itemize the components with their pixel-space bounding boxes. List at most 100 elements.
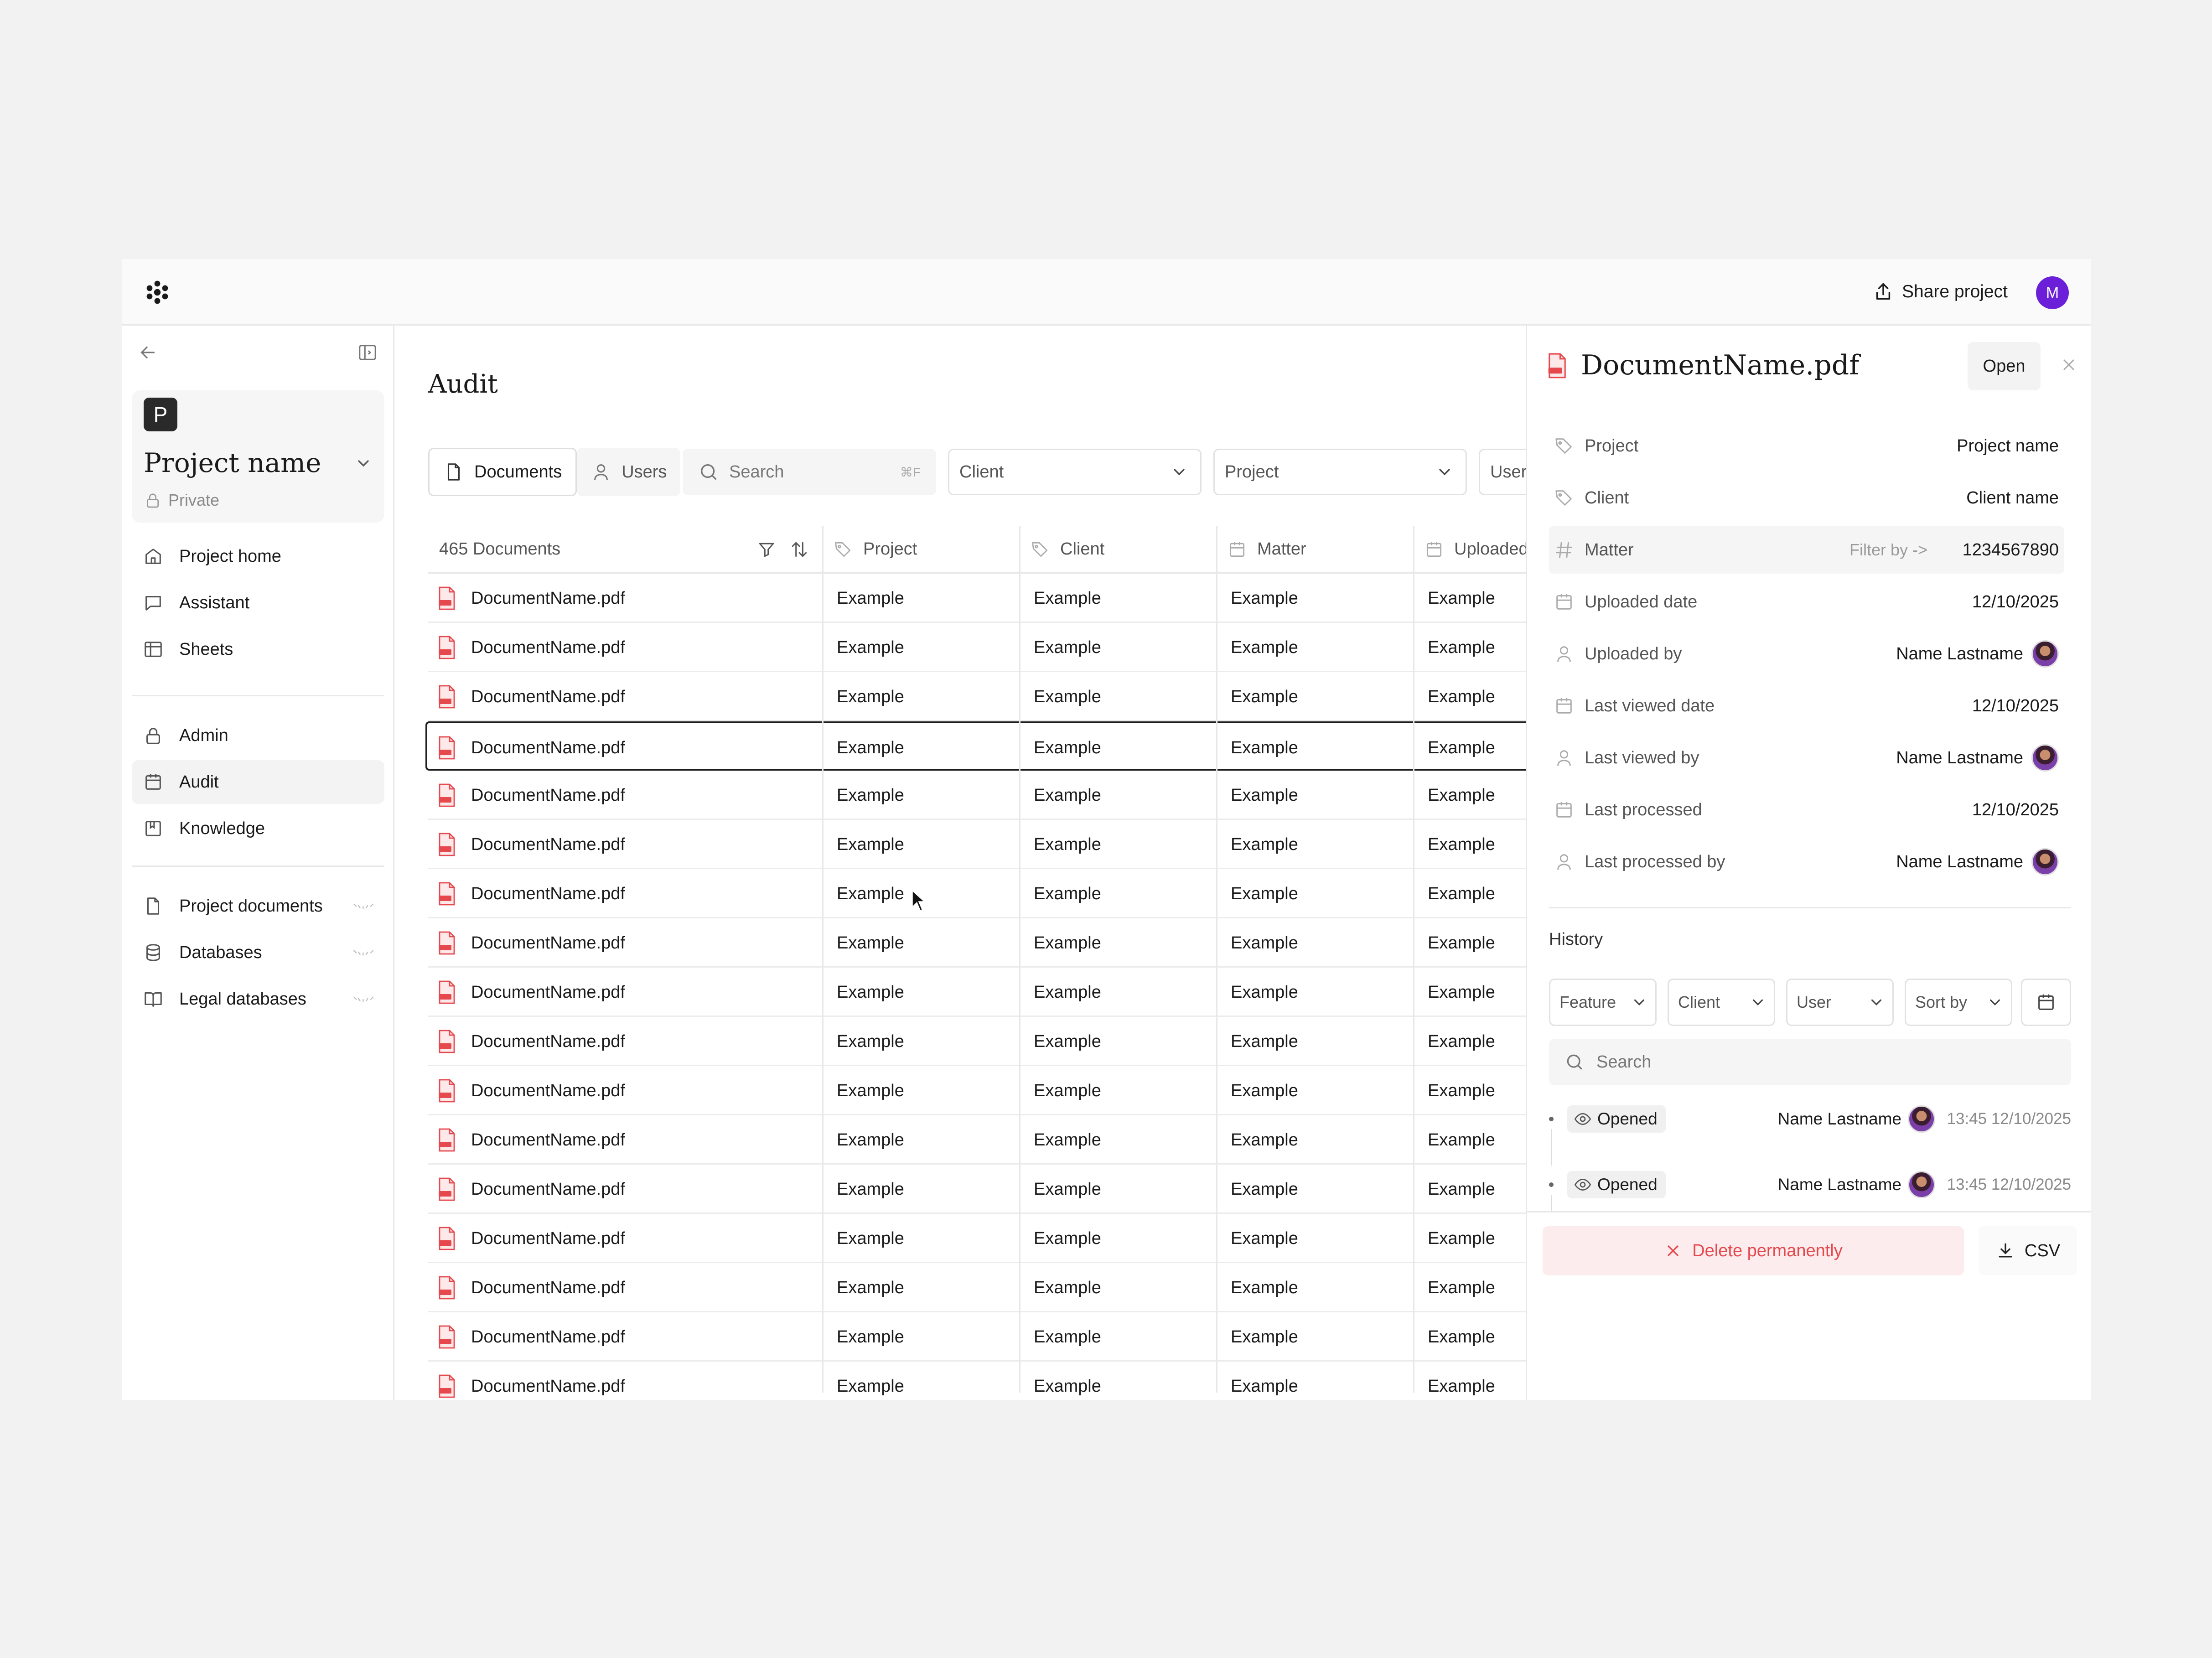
chevron-down-icon xyxy=(1634,999,1645,1005)
avatar[interactable] xyxy=(1908,1105,1935,1133)
table-row[interactable]: DocumentName.pdf Example Example Example Exa… xyxy=(428,918,1526,968)
collapse-sidebar-icon[interactable] xyxy=(357,342,378,363)
dropdown-label: Sort by xyxy=(1915,993,1968,1011)
table-row[interactable]: DocumentName.pdf Example Example Example Exa… xyxy=(425,721,1526,771)
user-filter-dropdown[interactable]: User xyxy=(1479,449,1526,495)
feature-filter-dropdown[interactable]: Feature xyxy=(1549,979,1657,1026)
project-filter-dropdown[interactable]: Project xyxy=(1213,449,1467,495)
table-cell: Example xyxy=(1413,771,1526,820)
filter-by-hint[interactable]: Filter by -> xyxy=(1849,540,1927,560)
event-time: 13:45 12/10/2025 xyxy=(1947,1110,2071,1128)
file-icon xyxy=(147,897,160,915)
visibility-label: Private xyxy=(168,491,220,509)
table-row[interactable]: DocumentName.pdf Example Example Example Exa… xyxy=(428,1066,1526,1115)
client-filter-dropdown[interactable]: Client xyxy=(948,449,1202,495)
sidebar-item-admin[interactable]: Admin xyxy=(132,714,384,757)
document-name-cell: DocumentName.pdf xyxy=(428,1115,822,1165)
cell-text: DocumentName.pdf xyxy=(471,785,625,805)
document-name-cell: DocumentName.pdf xyxy=(428,1165,822,1214)
loading-dots-icon xyxy=(353,996,374,1002)
project-switcher[interactable]: P Project name Private xyxy=(132,390,384,523)
table-row[interactable]: DocumentName.pdf Example Example Example Exa… xyxy=(428,771,1526,820)
table-row[interactable]: DocumentName.pdf Example Example Example Exa… xyxy=(428,869,1526,918)
date-picker-button[interactable] xyxy=(2021,979,2071,1026)
cell-text: Example xyxy=(1034,1081,1101,1100)
table-row[interactable]: DocumentName.pdf Example Example Example Exa… xyxy=(428,623,1526,672)
mouse-cursor-icon xyxy=(912,889,925,912)
pdf-file-icon xyxy=(439,980,455,1004)
column-label: Project xyxy=(863,539,917,559)
chevron-down-icon xyxy=(1752,999,1763,1005)
table-row[interactable]: DocumentName.pdf Example Example Example Exa… xyxy=(428,574,1526,623)
dropdown-label: User xyxy=(1490,462,1526,482)
filter-icon[interactable] xyxy=(756,539,777,560)
history-event[interactable]: Opened Name Lastname 13:45 12/10/2025 xyxy=(1549,1096,2071,1166)
sidebar-item-project-documents[interactable]: Project documents xyxy=(132,884,384,928)
open-document-button[interactable]: Open xyxy=(1968,342,2041,390)
history-event[interactable]: Opened Name Lastname 13:45 12/10/2025 xyxy=(1549,1162,2071,1211)
sort-icon[interactable] xyxy=(789,539,809,560)
calendar-icon xyxy=(1556,698,1572,714)
property-value: Name Lastname xyxy=(1896,748,2023,767)
dropdown-label: Client xyxy=(1678,993,1720,1011)
avatar[interactable] xyxy=(2031,640,2059,668)
table-row[interactable]: DocumentName.pdf Example Example Example Exa… xyxy=(428,672,1526,721)
sort-by-dropdown[interactable]: Sort by xyxy=(1905,979,2012,1026)
table-row[interactable]: DocumentName.pdf Example Example Example Exa… xyxy=(428,820,1526,869)
table-row[interactable]: DocumentName.pdf Example Example Example Exa… xyxy=(428,968,1526,1017)
sidebar-item-project-home[interactable]: Project home xyxy=(132,534,384,578)
tab-users[interactable]: Users xyxy=(577,448,681,496)
home-icon xyxy=(145,549,161,564)
tag-icon xyxy=(1555,438,1572,454)
tab-documents[interactable]: Documents xyxy=(428,448,577,496)
table-row[interactable]: DocumentName.pdf Example Example Example Exa… xyxy=(428,1362,1526,1400)
table-cell: Example xyxy=(1019,968,1216,1017)
table-cell: Example xyxy=(1216,968,1413,1017)
property-value: 12/10/2025 xyxy=(1972,592,2059,611)
chat-icon xyxy=(145,596,161,611)
column-header-project[interactable]: Project xyxy=(822,526,1019,574)
export-csv-button[interactable]: CSV xyxy=(1979,1226,2077,1275)
cell-text: Example xyxy=(837,982,904,1002)
cell-text: Example xyxy=(1428,1130,1495,1150)
user-filter-dropdown[interactable]: User xyxy=(1786,979,1894,1026)
sidebar-item-assistant[interactable]: Assistant xyxy=(132,581,384,625)
table-row[interactable]: DocumentName.pdf Example Example Example Exa… xyxy=(428,1017,1526,1066)
cell-text: DocumentName.pdf xyxy=(471,982,625,1002)
table-row[interactable]: DocumentName.pdf Example Example Example Exa… xyxy=(428,1165,1526,1214)
sidebar-item-legal-databases[interactable]: Legal databases xyxy=(132,977,384,1021)
logo-icon[interactable] xyxy=(145,280,170,305)
delete-label: Delete permanently xyxy=(1692,1241,1843,1260)
property-label: Last processed xyxy=(1585,800,1702,819)
column-header-matter[interactable]: Matter xyxy=(1216,526,1413,574)
sidebar-item-audit[interactable]: Audit xyxy=(132,760,384,804)
close-icon[interactable] xyxy=(2060,356,2078,374)
sidebar-item-knowledge[interactable]: Knowledge xyxy=(132,807,384,850)
column-header-uploaded[interactable]: Uploaded xyxy=(1413,526,1526,574)
table-cell: Example xyxy=(1019,820,1216,869)
property-row-matter[interactable]: Matter Filter by -> 1234567890 xyxy=(1549,526,2064,574)
table-row[interactable]: DocumentName.pdf Example Example Example Exa… xyxy=(428,1214,1526,1263)
search-icon xyxy=(700,464,717,480)
history-search-input[interactable]: Search xyxy=(1549,1039,2071,1085)
user-avatar[interactable]: M xyxy=(2036,276,2069,309)
avatar[interactable] xyxy=(2031,744,2059,772)
table-row[interactable]: DocumentName.pdf Example Example Example Exa… xyxy=(428,1263,1526,1312)
client-filter-dropdown[interactable]: Client xyxy=(1668,979,1775,1026)
share-project-button[interactable]: Share project xyxy=(1873,278,2008,306)
table-row[interactable]: DocumentName.pdf Example Example Example Exa… xyxy=(428,1312,1526,1362)
back-arrow-icon[interactable] xyxy=(137,342,158,363)
table-cell: Example xyxy=(1019,574,1216,623)
delete-permanently-button[interactable]: Delete permanently xyxy=(1543,1226,1964,1275)
sidebar-item-sheets[interactable]: Sheets xyxy=(132,627,384,671)
sidebar-item-databases[interactable]: Databases xyxy=(132,931,384,974)
column-header-client[interactable]: Client xyxy=(1019,526,1216,574)
property-label: Project xyxy=(1585,436,1639,456)
avatar[interactable] xyxy=(1908,1171,1935,1198)
tab-label: Users xyxy=(622,462,667,482)
table-row[interactable]: DocumentName.pdf Example Example Example Exa… xyxy=(428,1115,1526,1165)
avatar[interactable] xyxy=(2031,848,2059,876)
search-input[interactable]: Search ⌘F xyxy=(683,449,936,495)
table-cell: Example xyxy=(1019,1362,1216,1400)
table-cell: Example xyxy=(822,574,1019,623)
